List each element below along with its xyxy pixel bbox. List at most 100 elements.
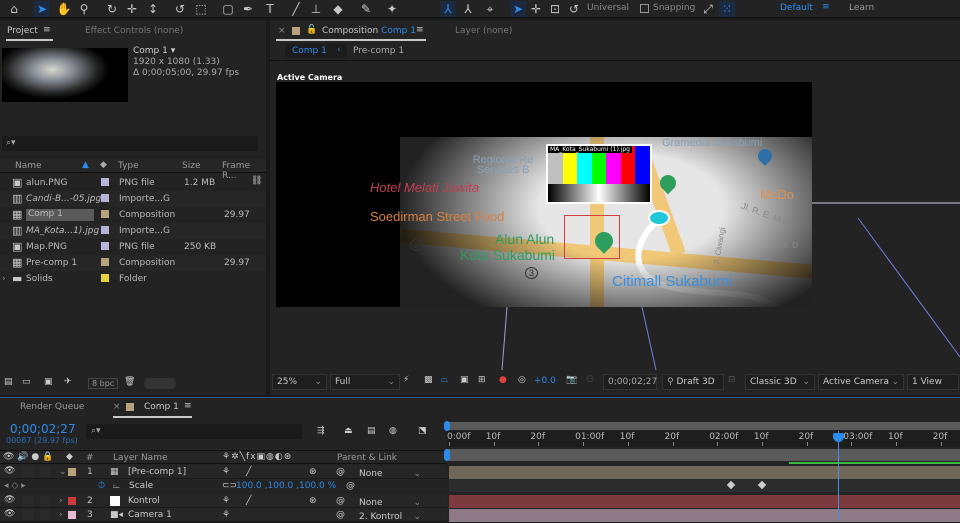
label-swatch[interactable] [101, 226, 109, 234]
pen-tool-icon[interactable]: ✒ [240, 1, 256, 17]
keyframe-navigator[interactable]: ◂ ◇ ▸ [4, 481, 26, 491]
hand-tool-icon[interactable]: ✋ [56, 1, 72, 17]
workspace-menu-icon[interactable]: ≡ [822, 2, 830, 12]
shy-switch-icon[interactable]: ⚘ [222, 467, 230, 477]
view-dropdown[interactable]: Active Camera ⌄ [818, 374, 904, 390]
chevron-right-icon[interactable]: › [59, 496, 63, 506]
snapshot-icon[interactable]: 📷 [566, 375, 577, 385]
frame-blending-icon[interactable]: ▤ [367, 426, 376, 436]
tab-effect-controls[interactable]: Effect Controls (none) [85, 26, 183, 36]
color-channels-icon[interactable]: ● [499, 375, 507, 385]
panel-menu-icon[interactable]: ≡ [43, 25, 51, 35]
label-swatch[interactable] [101, 178, 109, 186]
navigator-start-handle[interactable] [444, 449, 450, 461]
composition-viewer[interactable]: Active Camera Regional Re Services B Hot… [270, 62, 960, 370]
av-features-icons[interactable]: 👁 🔊 ● 🔒 [3, 452, 53, 462]
pan-camera-icon[interactable]: ✛ [124, 1, 140, 17]
chevron-down-icon[interactable]: ⌄ [59, 467, 67, 477]
layer-name[interactable]: Kontrol [128, 496, 160, 506]
shy-switch-icon[interactable]: ⚘ [222, 496, 230, 506]
rectangle-tool-icon[interactable]: ▢ [220, 1, 236, 17]
label-swatch[interactable] [68, 497, 76, 505]
parent-dropdown[interactable]: None ⌄ [353, 466, 425, 479]
composition-mini-flowchart-icon[interactable]: ⇶ [317, 426, 325, 436]
breadcrumb-precomp1[interactable]: Pre-comp 1 [353, 46, 404, 56]
col-parent-link[interactable]: Parent & Link [337, 453, 397, 463]
world-axis-mode-icon[interactable]: ⅄ [460, 1, 476, 17]
chevron-right-icon[interactable]: › [59, 510, 63, 520]
parent-dropdown[interactable]: 2. Kontrol ⌄ [353, 509, 425, 522]
motion-blur-icon[interactable]: ◍ [389, 426, 397, 436]
pick-whip-icon[interactable]: @ [336, 496, 345, 506]
constrain-proportions-icon[interactable]: ⊂⊃ [222, 481, 237, 491]
new-folder-icon[interactable]: ▭ [22, 377, 31, 387]
stopwatch-icon[interactable]: ⏱ [98, 481, 105, 491]
magnification-dropdown[interactable]: 25% ⌄ [272, 374, 327, 390]
view-layout-dropdown[interactable]: 1 View [907, 374, 959, 390]
ground-plane-icon[interactable]: ⊟ [728, 375, 736, 385]
lock-icon[interactable]: 🔓 [306, 25, 317, 35]
label-swatch[interactable] [68, 468, 76, 476]
fast-previews-icon[interactable]: ⚡ [403, 375, 409, 385]
project-item[interactable]: ▥ Candi-B...-05.jpg Importe...G [0, 191, 266, 207]
3d-scale-icon[interactable]: ⊡ [547, 1, 563, 17]
graph-icon[interactable]: ⌳ [113, 481, 120, 491]
local-axis-mode-icon[interactable]: ⅄ [440, 1, 456, 17]
work-area-bar[interactable] [447, 422, 960, 430]
panel-menu-icon[interactable]: ≡ [184, 401, 192, 411]
lock-switch[interactable] [40, 467, 50, 477]
audio-switch[interactable] [23, 496, 33, 506]
pick-whip-icon[interactable]: @ [336, 467, 345, 477]
project-item[interactable]: ▣ alun.PNG PNG file 1.2 MB [0, 175, 266, 191]
interpret-footage-icon[interactable]: ▤ [4, 377, 13, 387]
switches-icons[interactable]: ⚘✲╲fx▣◍◐⊛ [222, 452, 292, 462]
tab-comp1[interactable]: Comp 1 [144, 402, 179, 412]
time-ruler[interactable] [447, 431, 960, 447]
panel-menu-icon[interactable]: ≡ [416, 25, 424, 35]
current-time-display[interactable]: 0;00;02;27 [603, 374, 657, 390]
col-name[interactable]: Name [15, 161, 42, 171]
puppet-pin-tool-icon[interactable]: ✦ [384, 1, 400, 17]
3d-select-icon[interactable]: ➤ [510, 1, 526, 17]
timeline-search-input[interactable]: ⌕▾ [86, 424, 302, 439]
project-item[interactable]: ▦ Comp 1 Composition 29.97 [0, 207, 266, 223]
project-item[interactable]: ▦ Pre-comp 1 Composition 29.97 [0, 255, 266, 271]
snapping-checkbox[interactable] [640, 4, 649, 13]
close-tab-icon[interactable]: × [113, 402, 121, 412]
quality-switch-icon[interactable]: ╱ [246, 496, 251, 506]
bit-depth-button[interactable]: 8 bpc [88, 378, 119, 389]
col-size[interactable]: Size [182, 161, 200, 171]
layer-duration-bar[interactable] [449, 495, 960, 508]
audio-switch[interactable] [23, 510, 33, 520]
delete-icon[interactable]: 🗑 [124, 377, 135, 387]
brush-tool-icon[interactable]: ╱ [288, 1, 304, 17]
project-search-input[interactable]: ⌕▾ [2, 136, 258, 151]
resolution-dropdown[interactable]: Full ⌄ [330, 374, 400, 390]
3d-rotate-icon[interactable]: ↺ [566, 1, 582, 17]
property-row-scale[interactable]: ◂ ◇ ▸ ⏱ ⌳ Scale ⊂⊃ 100.0 ,100.0 ,100.0 %… [0, 479, 447, 493]
snap-options-icon[interactable]: ⤢ [700, 1, 716, 17]
draft-3d-icon[interactable]: ⏏ [344, 426, 353, 436]
eraser-tool-icon[interactable]: ◆ [330, 1, 346, 17]
tab-composition[interactable]: Composition Comp 1 [322, 26, 416, 36]
dolly-camera-icon[interactable]: ↕ [145, 1, 161, 17]
render-icon[interactable]: ✈ [64, 377, 72, 387]
view-axis-mode-icon[interactable]: ⌖ [482, 1, 498, 17]
project-item[interactable]: › ▬ Solids Folder [0, 271, 266, 287]
quality-switch-icon[interactable]: ╱ [246, 467, 251, 477]
graph-editor-icon[interactable]: ⬔ [418, 426, 427, 436]
exposure-value[interactable]: +0.0 [534, 376, 556, 386]
3d-move-icon[interactable]: ✛ [528, 1, 544, 17]
grid-icon[interactable]: ⁙ [719, 1, 735, 17]
anchor-point-tool-icon[interactable]: ⬚ [193, 1, 209, 17]
type-tool-icon[interactable]: T [262, 1, 278, 17]
lock-switch[interactable] [40, 496, 50, 506]
project-item[interactable]: ▥ MA_Kota...1).jpg Importe...G [0, 223, 266, 239]
region-of-interest-icon[interactable]: ▣ [460, 375, 469, 385]
thumbnail-slider[interactable] [144, 378, 176, 389]
clone-stamp-tool-icon[interactable]: ⊥ [308, 1, 324, 17]
workspace-learn[interactable]: Learn [849, 3, 874, 13]
selection-tool-icon[interactable]: ➤ [34, 1, 50, 17]
visibility-eye-icon[interactable]: 👁 [4, 509, 15, 519]
tab-render-queue[interactable]: Render Queue [20, 402, 84, 412]
